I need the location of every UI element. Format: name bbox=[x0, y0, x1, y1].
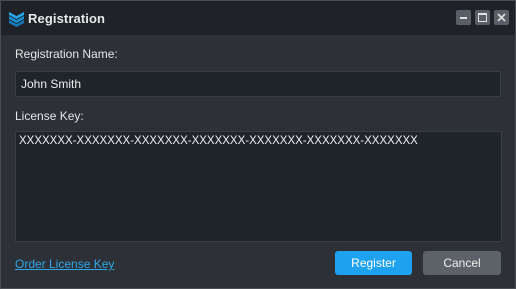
maximize-button[interactable] bbox=[475, 10, 490, 25]
minimize-icon bbox=[460, 17, 467, 19]
registration-name-label: Registration Name: bbox=[15, 47, 118, 61]
registration-name-input[interactable] bbox=[15, 71, 501, 97]
license-key-label: License Key: bbox=[15, 109, 84, 123]
cancel-button[interactable]: Cancel bbox=[423, 251, 501, 275]
close-button[interactable] bbox=[494, 10, 509, 25]
register-button[interactable]: Register bbox=[335, 251, 412, 275]
app-logo-icon bbox=[8, 10, 25, 27]
registration-dialog: Registration Registration Name: License … bbox=[0, 0, 516, 289]
license-key-input[interactable]: XXXXXXX-XXXXXXX-XXXXXXX-XXXXXXX-XXXXXXX-… bbox=[15, 131, 502, 242]
order-license-key-link[interactable]: Order License Key bbox=[15, 257, 114, 271]
title-bar[interactable]: Registration bbox=[1, 1, 515, 35]
minimize-button[interactable] bbox=[456, 10, 471, 25]
window-title: Registration bbox=[28, 11, 106, 26]
maximize-icon bbox=[478, 13, 487, 22]
close-icon bbox=[497, 13, 506, 22]
